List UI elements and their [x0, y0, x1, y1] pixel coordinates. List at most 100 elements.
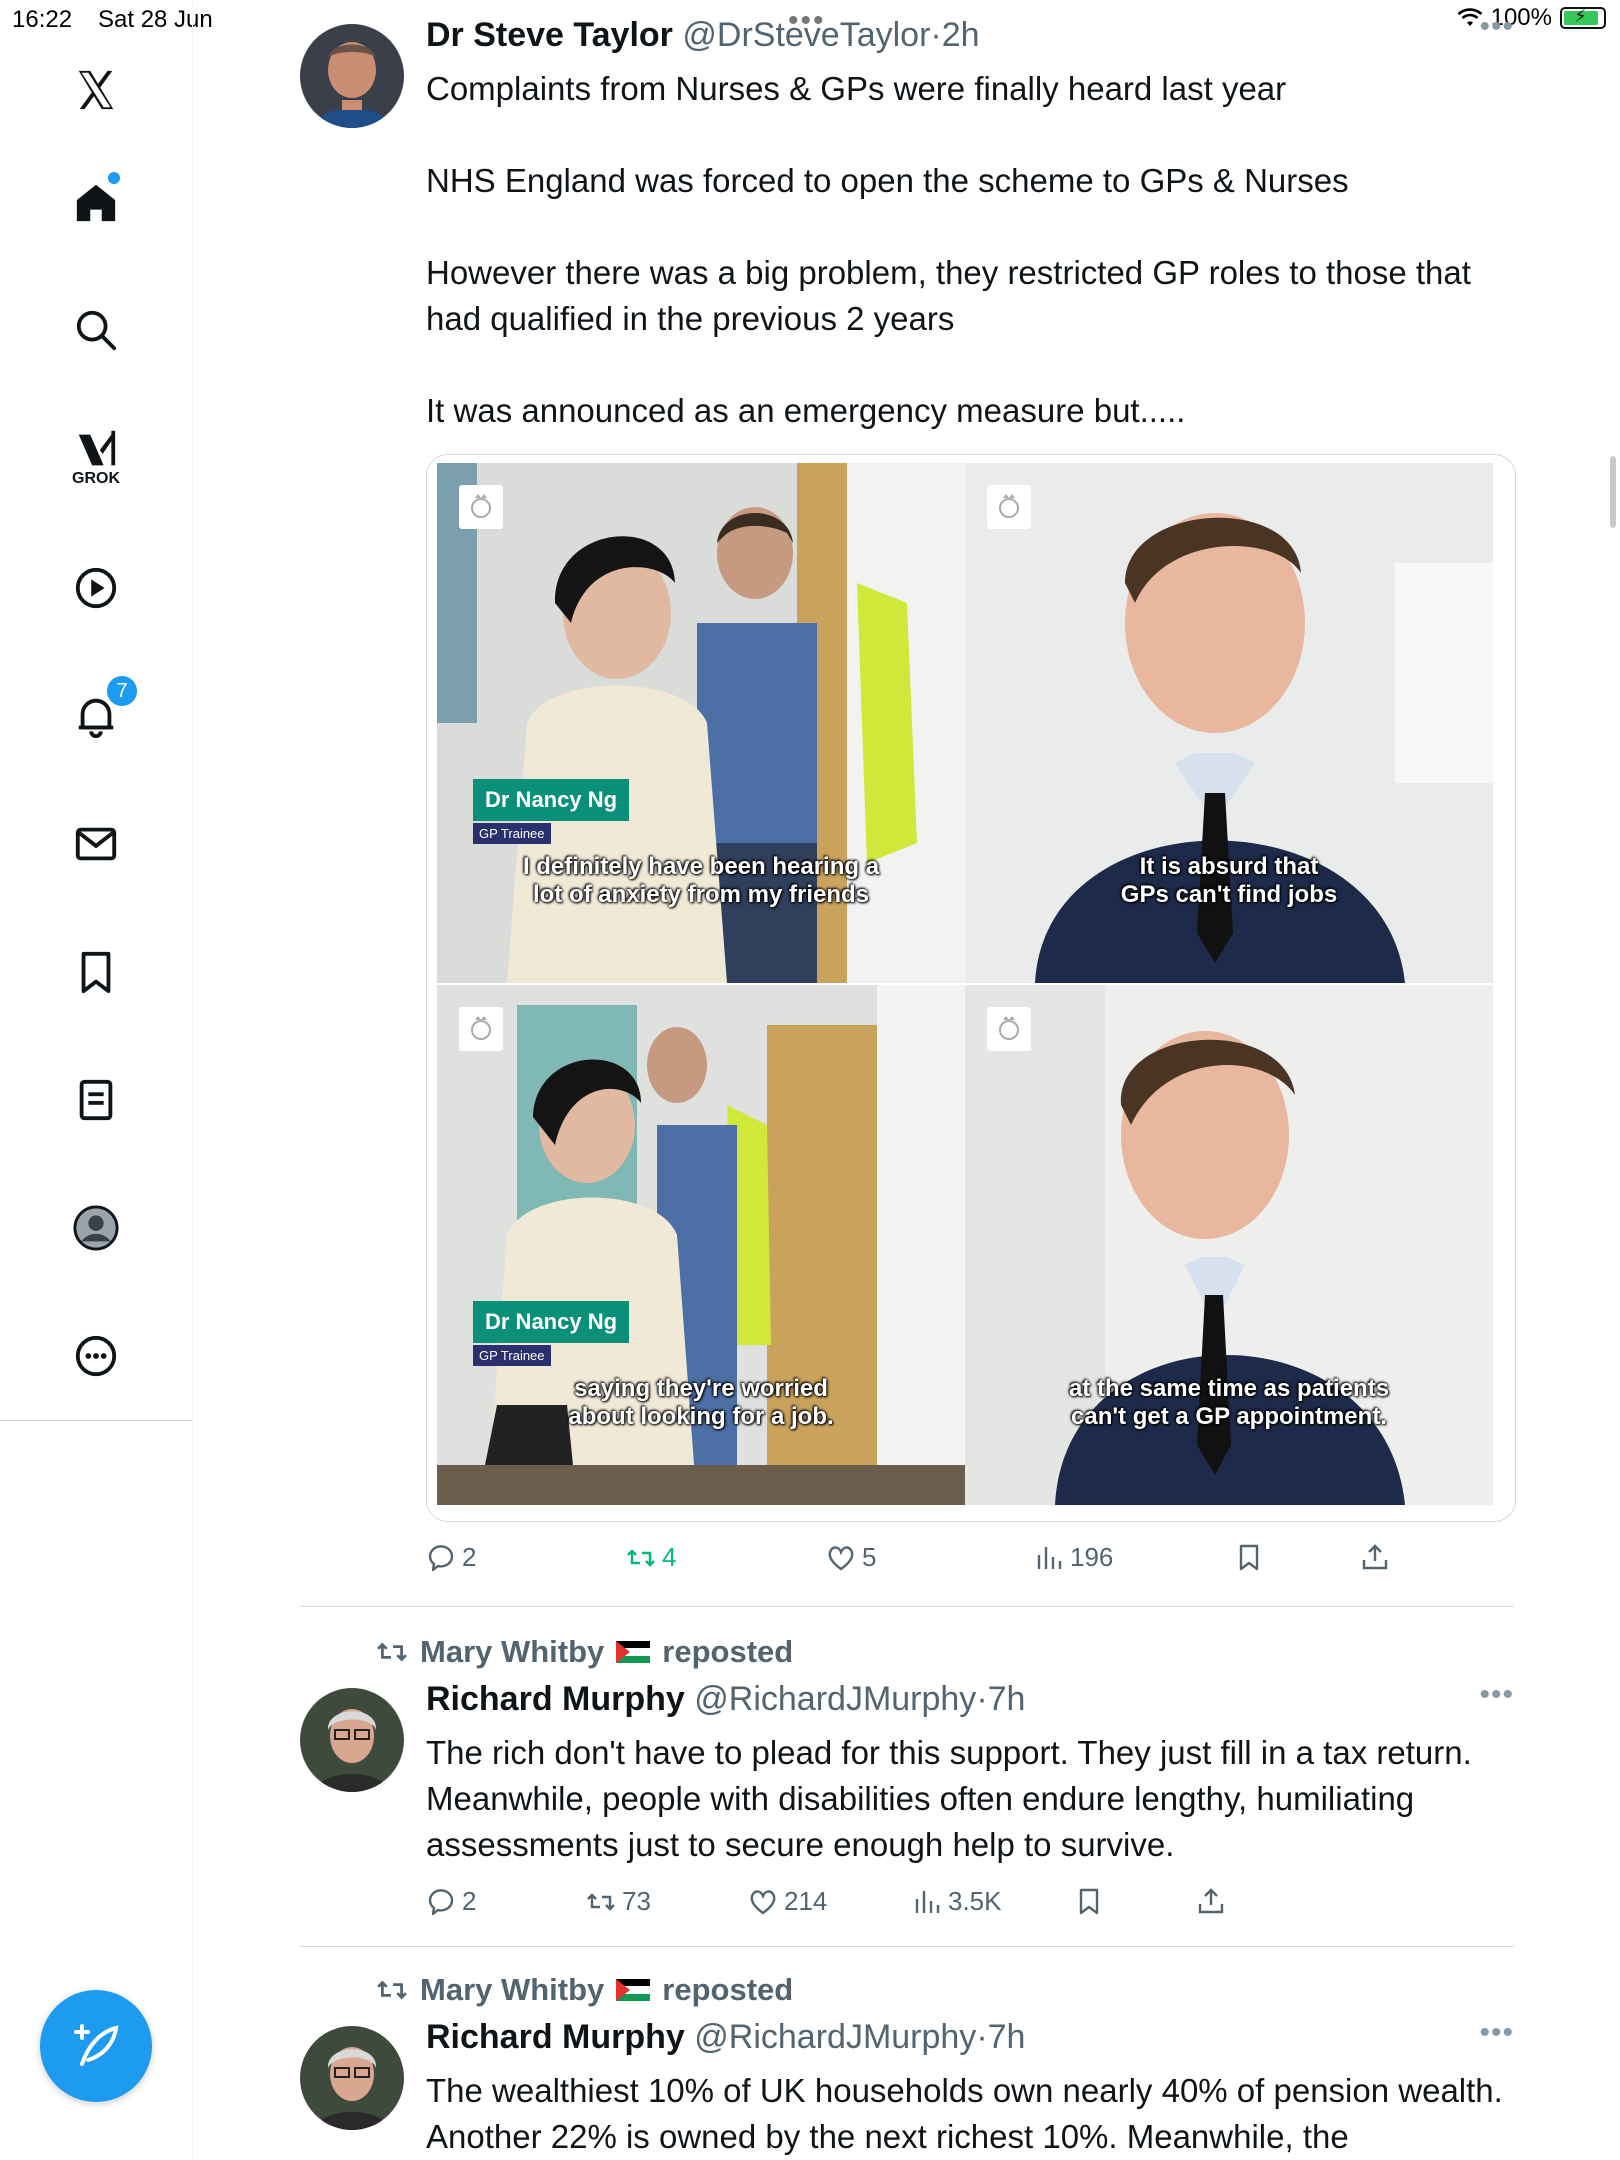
notifications-icon[interactable]: 7	[46, 666, 146, 766]
lists-icon[interactable]	[46, 1050, 146, 1150]
more-options-icon[interactable]	[46, 1306, 146, 1406]
tweet[interactable]: Mary Whitby reposted Richard Murphy @Ric…	[300, 1610, 1514, 1948]
tweet[interactable]: Dr Steve Taylor @DrSteveTaylor·2h ••• Co…	[300, 0, 1516, 1610]
author-handle[interactable]: @DrSteveTaylor	[682, 16, 930, 54]
views-count: 3.5K	[948, 1886, 1002, 1916]
scrollbar-thumb[interactable]	[1610, 456, 1616, 528]
repost-context[interactable]: Mary Whitby reposted	[376, 1972, 793, 2008]
repost-count: 73	[622, 1886, 651, 1916]
bookmark-button[interactable]	[1074, 1886, 1104, 1916]
views-count: 196	[1070, 1542, 1114, 1572]
avatar[interactable]	[300, 2026, 404, 2130]
name-tag-role: GP Trainee	[473, 1345, 551, 1366]
video-icon[interactable]	[46, 538, 146, 638]
video-caption: I definitely have been hearing a lot of …	[522, 853, 880, 908]
tweet-divider	[300, 1946, 1514, 1947]
views-button[interactable]: 196	[1034, 1542, 1113, 1573]
tweet-header: Richard Murphy @RichardJMurphy·7h	[426, 2018, 1025, 2057]
like-count: 5	[862, 1542, 877, 1572]
repost-context[interactable]: Mary Whitby reposted	[376, 1634, 793, 1670]
bookmark-icon	[1079, 1888, 1099, 1915]
gov-crest-icon	[987, 485, 1031, 529]
palestine-flag-icon	[616, 1641, 651, 1663]
grok-icon	[78, 430, 116, 466]
video-caption: saying they're worried about looking for…	[568, 1375, 834, 1430]
tweet-time[interactable]: 7h	[988, 2018, 1026, 2056]
gov-crest-icon	[459, 1007, 503, 1051]
tweet-more-button[interactable]: •••	[1479, 2016, 1514, 2050]
author-handle[interactable]: @RichardJMurphy	[694, 1680, 976, 1718]
x-logo-icon[interactable]	[46, 40, 146, 140]
compose-feather-icon	[74, 2024, 119, 2066]
author-name[interactable]: Richard Murphy	[426, 1680, 685, 1718]
reply-icon	[428, 1888, 454, 1915]
media-tile[interactable]: It is absurd that GPs can't find jobs	[965, 463, 1495, 983]
repost-icon	[627, 1548, 655, 1567]
reply-icon	[428, 1544, 454, 1571]
views-button[interactable]: 3.5K	[912, 1886, 1002, 1917]
author-name[interactable]: Dr Steve Taylor	[426, 16, 673, 54]
author-handle[interactable]: @RichardJMurphy	[694, 2018, 976, 2056]
like-button[interactable]: 214	[748, 1886, 827, 1917]
home-icon[interactable]	[46, 152, 146, 252]
tweet-time[interactable]: 2h	[942, 16, 980, 54]
like-button[interactable]: 5	[826, 1542, 876, 1573]
video-caption: It is absurd that GPs can't find jobs	[1120, 853, 1338, 908]
name-tag: Dr Nancy Ng GP Trainee	[473, 1301, 630, 1366]
tweet-text: The wealthiest 10% of UK households own …	[426, 2072, 1511, 2155]
repost-icon	[587, 1892, 615, 1911]
name-tag-name: Dr Nancy Ng	[473, 1301, 630, 1343]
share-button[interactable]	[1196, 1886, 1226, 1916]
author-name[interactable]: Richard Murphy	[426, 2018, 685, 2056]
battery-icon: ⚡	[1560, 6, 1606, 29]
heart-icon	[750, 1889, 776, 1914]
tweet-header: Richard Murphy @RichardJMurphy·7h	[426, 1680, 1025, 1719]
views-icon	[915, 1890, 940, 1913]
reply-button[interactable]: 2	[426, 1542, 476, 1573]
messages-icon[interactable]	[46, 794, 146, 894]
share-button[interactable]	[1360, 1542, 1390, 1572]
media-tile[interactable]: Dr Nancy Ng GP Trainee saying they're wo…	[437, 985, 965, 1505]
reply-count: 2	[462, 1542, 477, 1572]
bookmarks-icon[interactable]	[46, 922, 146, 1022]
dot-separator: ·	[976, 1680, 988, 1718]
repost-button[interactable]: 4	[626, 1542, 676, 1573]
avatar[interactable]	[300, 24, 404, 128]
tweet-more-button[interactable]: •••	[1479, 1678, 1514, 1712]
avatar[interactable]	[300, 1688, 404, 1792]
repost-count: 4	[662, 1542, 677, 1572]
sidebar: GROK 7	[0, 0, 193, 2160]
repost-icon	[377, 1980, 407, 2000]
home-unread-dot	[108, 172, 120, 184]
views-icon	[1037, 1546, 1062, 1569]
tweet[interactable]: Mary Whitby reposted Richard Murphy @Ric…	[300, 1948, 1514, 2160]
tweet-more-button[interactable]: •••	[1479, 10, 1514, 44]
heart-icon	[828, 1545, 854, 1570]
bookmark-button[interactable]	[1234, 1542, 1264, 1572]
grok-nav[interactable]: GROK	[46, 400, 146, 500]
like-count: 214	[784, 1886, 828, 1916]
reposted-label: reposted	[662, 1972, 794, 2007]
compose-button[interactable]	[40, 1990, 152, 2102]
reply-count: 2	[462, 1886, 477, 1916]
tweet-media-grid[interactable]: Dr Nancy Ng GP Trainee I definitely have…	[426, 454, 1516, 1522]
repost-icon	[377, 1642, 407, 1662]
name-tag-name: Dr Nancy Ng	[473, 779, 630, 821]
gov-crest-icon	[987, 1007, 1031, 1051]
grok-label: GROK	[72, 470, 120, 487]
search-icon[interactable]	[46, 280, 146, 380]
reposter-name[interactable]: Mary Whitby	[420, 1972, 604, 2008]
media-tile[interactable]: Dr Nancy Ng GP Trainee I definitely have…	[437, 463, 965, 983]
reposter-name[interactable]: Mary Whitby	[420, 1634, 604, 1670]
name-tag-role: GP Trainee	[473, 823, 551, 844]
repost-button[interactable]: 73	[586, 1886, 651, 1917]
notification-badge: 7	[105, 674, 139, 708]
tweet-time[interactable]: 7h	[988, 1680, 1026, 1718]
share-icon	[1362, 1544, 1388, 1570]
media-tile[interactable]: at the same time as patients can't get a…	[965, 985, 1495, 1505]
name-tag: Dr Nancy Ng GP Trainee	[473, 779, 630, 844]
dot-separator: ·	[930, 16, 942, 54]
reply-button[interactable]: 2	[426, 1886, 476, 1917]
profile-icon[interactable]	[46, 1178, 146, 1278]
bookmark-icon	[1239, 1544, 1259, 1571]
